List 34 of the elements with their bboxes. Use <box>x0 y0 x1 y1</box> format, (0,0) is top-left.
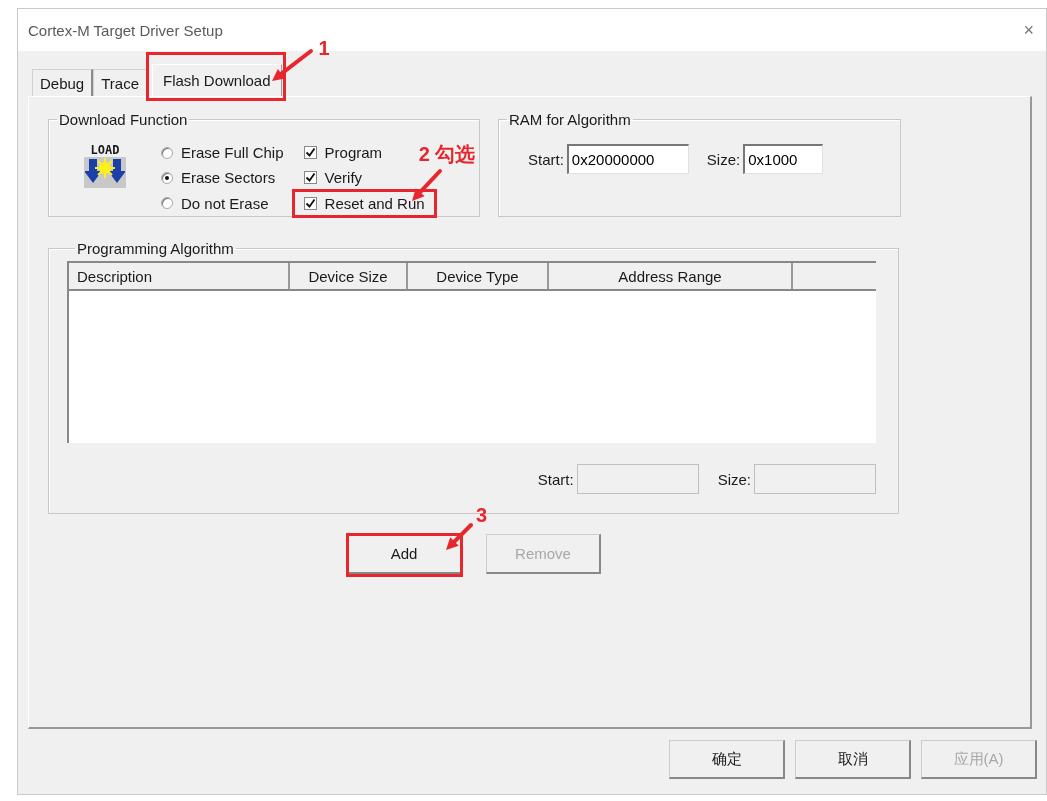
checkbox[interactable] <box>303 196 317 210</box>
tab[interactable]: Trace <box>93 69 148 96</box>
radio-label[interactable]: Do not Erase <box>181 194 269 212</box>
button[interactable]: 确定 <box>669 740 785 779</box>
checkbox[interactable] <box>303 146 317 160</box>
callout-label: 3 <box>476 504 488 526</box>
group-title: RAM for Algorithm <box>508 111 632 128</box>
checkbox-label[interactable]: Reset and Run <box>324 194 425 212</box>
radio-label[interactable]: Erase Full Chip <box>181 144 284 162</box>
checkbox-label[interactable]: Verify <box>324 169 363 187</box>
field-label: Start: <box>537 470 574 488</box>
column-header[interactable]: Device Size <box>290 263 408 289</box>
input-field[interactable]: 0x1000 <box>743 144 824 174</box>
tab[interactable]: Debug <box>32 69 94 96</box>
tab[interactable]: Flash Download <box>152 64 282 96</box>
checkbox-label[interactable]: Program <box>324 144 383 162</box>
checkbox[interactable] <box>303 171 317 185</box>
input-field[interactable]: 0x20000000 <box>566 144 689 174</box>
group-title: Programming Algorithm <box>76 240 235 257</box>
field-label: Size: <box>706 150 741 168</box>
icon-label: LOAD <box>84 144 126 157</box>
radio-button[interactable] <box>161 172 173 184</box>
field-label: Size: <box>717 470 751 488</box>
button[interactable]: 取消 <box>795 740 911 779</box>
column-header[interactable]: Device Type <box>408 263 549 289</box>
window-title: Cortex-M Target Driver Setup <box>28 21 223 39</box>
field-label: Start: <box>528 150 564 168</box>
group-title: Download Function <box>58 111 189 128</box>
column-header[interactable]: Description <box>69 263 290 289</box>
callout-label: 1 <box>318 37 330 59</box>
radio-button[interactable] <box>161 197 173 210</box>
radio-label[interactable]: Erase Sectors <box>181 169 276 187</box>
callout-label: 2 勾选 <box>418 142 476 165</box>
close-button[interactable]: × <box>1023 19 1034 41</box>
